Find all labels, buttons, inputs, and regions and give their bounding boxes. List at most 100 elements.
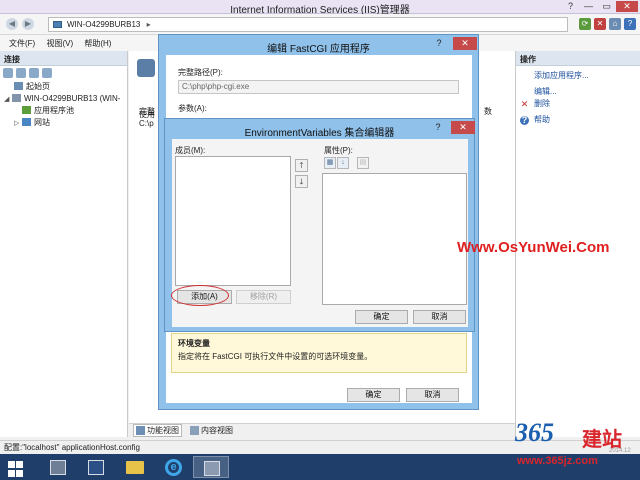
actions-header: 操作	[516, 51, 640, 66]
connect-server-icon[interactable]	[42, 68, 52, 78]
delete-icon: ✕	[520, 99, 529, 109]
center-col-count: 数	[484, 107, 492, 116]
server-manager-icon	[50, 460, 66, 475]
help-icon[interactable]: ?	[624, 18, 636, 30]
tree-item-server[interactable]: ◢ WIN-O4299BURB13 (WIN-	[4, 93, 127, 105]
tree-item-app-pools[interactable]: 应用程序池	[4, 105, 127, 117]
arguments-label: 参数(A):	[178, 104, 207, 113]
maximize-button[interactable]: ▭	[598, 1, 615, 12]
server-icon	[12, 94, 21, 102]
help-action[interactable]: ? 帮助	[516, 114, 640, 126]
members-label: 成员(M):	[175, 146, 206, 155]
help-window-button[interactable]: ?	[562, 1, 579, 12]
center-col-complete: 完整	[139, 107, 155, 116]
content-view-icon	[190, 426, 199, 435]
address-bar: ◀ ▶ WIN-O4299BURB13 ▸ ⟳ ✕ ⌂ ?	[0, 14, 640, 35]
info-text: 指定将在 FastCGI 可执行文件中设置的可选环境变量。	[178, 352, 373, 361]
connections-tree: 起始页 ◢ WIN-O4299BURB13 (WIN- 应用程序池 ▷ 网站	[0, 81, 127, 129]
tab-features-view[interactable]: 功能视图	[133, 424, 182, 437]
connect-icon[interactable]	[3, 68, 13, 78]
save-icon[interactable]	[16, 68, 26, 78]
edit-dialog-help-button[interactable]: ?	[429, 37, 449, 50]
forward-icon[interactable]: ▶	[22, 18, 34, 30]
connections-header: 连接	[0, 51, 127, 66]
address-separator[interactable]: ▸	[147, 20, 151, 29]
properties-label: 属性(P):	[324, 146, 353, 155]
app-pool-icon	[22, 106, 31, 114]
action-label: 编辑...	[534, 87, 557, 96]
features-view-icon	[136, 426, 145, 435]
connections-toolbar	[0, 66, 127, 81]
menu-view[interactable]: 视图(V)	[46, 38, 73, 49]
minimize-button[interactable]: —	[580, 1, 597, 12]
edit-dialog-titlebar: 编辑 FastCGI 应用程序 ? ✕	[159, 35, 478, 55]
tree-item-sites[interactable]: ▷ 网站	[4, 117, 127, 129]
menu-help[interactable]: 帮助(H)	[84, 38, 111, 49]
taskbar-ie[interactable]: e	[155, 456, 191, 478]
center-path-stub[interactable]: C:\p	[139, 119, 154, 128]
tree-item-start-page[interactable]: 起始页	[4, 81, 127, 93]
add-application-action[interactable]: 添加应用程序...	[516, 70, 640, 82]
window-titlebar: Internet Information Services (IIS)管理器 ?…	[0, 0, 640, 16]
start-page-icon	[14, 82, 23, 90]
property-pages-icon[interactable]: ▤	[357, 157, 369, 169]
categorized-icon[interactable]: ▦	[324, 157, 336, 169]
tree-label: 网站	[34, 118, 50, 127]
taskbar-powershell[interactable]	[78, 456, 114, 478]
action-label: 添加应用程序...	[534, 71, 589, 80]
tab-label: 功能视图	[147, 426, 179, 435]
properties-grid[interactable]	[322, 173, 467, 305]
folder-icon	[126, 461, 144, 474]
action-label: 删除	[534, 99, 550, 108]
full-path-field[interactable]: C:\php\php-cgi.exe	[178, 80, 459, 94]
view-tabs: 功能视图 内容视图	[129, 423, 515, 437]
edit-cancel-button[interactable]: 取消	[406, 388, 459, 402]
alphabetical-icon[interactable]: ↓	[337, 157, 349, 169]
home-icon[interactable]: ⌂	[609, 18, 621, 30]
connections-panel: 连接 起始页 ◢ WIN-O4299BURB13 (WIN- 应用程序池 ▷ 网站	[0, 51, 128, 437]
action-label: 帮助	[534, 115, 550, 124]
stop-icon[interactable]: ✕	[594, 18, 606, 30]
move-down-button[interactable]: 🡓	[295, 175, 308, 188]
tree-label: WIN-O4299BURB13 (WIN-	[24, 94, 121, 103]
env-cancel-button[interactable]: 取消	[413, 310, 466, 324]
env-dialog-close-button[interactable]: ✕	[451, 121, 475, 134]
expand-icon[interactable]: ▷	[14, 118, 22, 130]
env-dialog-titlebar: EnvironmentVariables 集合编辑器 ? ✕	[165, 119, 475, 139]
windows-logo-icon	[8, 461, 24, 477]
info-box: 环境变量 指定将在 FastCGI 可执行文件中设置的可选环境变量。	[171, 333, 467, 373]
taskbar-iis-manager[interactable]	[193, 456, 229, 478]
watermark-365: 365	[515, 418, 554, 447]
back-icon[interactable]: ◀	[6, 18, 18, 30]
address-box[interactable]: WIN-O4299BURB13 ▸	[48, 17, 568, 32]
env-dialog-help-button[interactable]: ?	[428, 121, 448, 134]
tab-content-view[interactable]: 内容视图	[188, 425, 235, 436]
tree-label: 应用程序池	[34, 106, 74, 115]
sites-icon	[22, 118, 31, 126]
fastcgi-icon	[137, 59, 155, 77]
close-window-button[interactable]: ✕	[616, 1, 638, 12]
edit-dialog-close-button[interactable]: ✕	[453, 37, 477, 50]
taskbar-explorer[interactable]	[117, 456, 153, 478]
refresh-icon[interactable]: ⟳	[579, 18, 591, 30]
watermark-logo: 365 建站 2014.12 www.365jz.com	[515, 418, 633, 470]
env-ok-button[interactable]: 确定	[355, 310, 408, 324]
remove-member-button[interactable]: 移除(R)	[236, 290, 291, 304]
watermark-date: 2014.12	[609, 448, 631, 454]
start-button[interactable]	[0, 456, 36, 478]
up-level-icon[interactable]	[29, 68, 39, 78]
menu-file[interactable]: 文件(F)	[9, 38, 35, 49]
tree-label: 起始页	[26, 82, 50, 91]
computer-icon	[53, 21, 62, 28]
remove-action[interactable]: ✕ 删除	[516, 98, 640, 110]
edit-action[interactable]: 编辑...	[516, 86, 640, 98]
highlight-circle	[171, 285, 229, 306]
iis-manager-icon	[204, 461, 220, 476]
full-path-label: 完整路径(P):	[178, 68, 223, 77]
members-list[interactable]	[175, 156, 291, 286]
edit-ok-button[interactable]: 确定	[347, 388, 400, 402]
move-up-button[interactable]: 🡑	[295, 159, 308, 172]
taskbar-server-manager[interactable]	[40, 456, 76, 478]
help-circle-icon: ?	[520, 115, 529, 125]
watermark-site: www.365jz.com	[517, 455, 598, 467]
